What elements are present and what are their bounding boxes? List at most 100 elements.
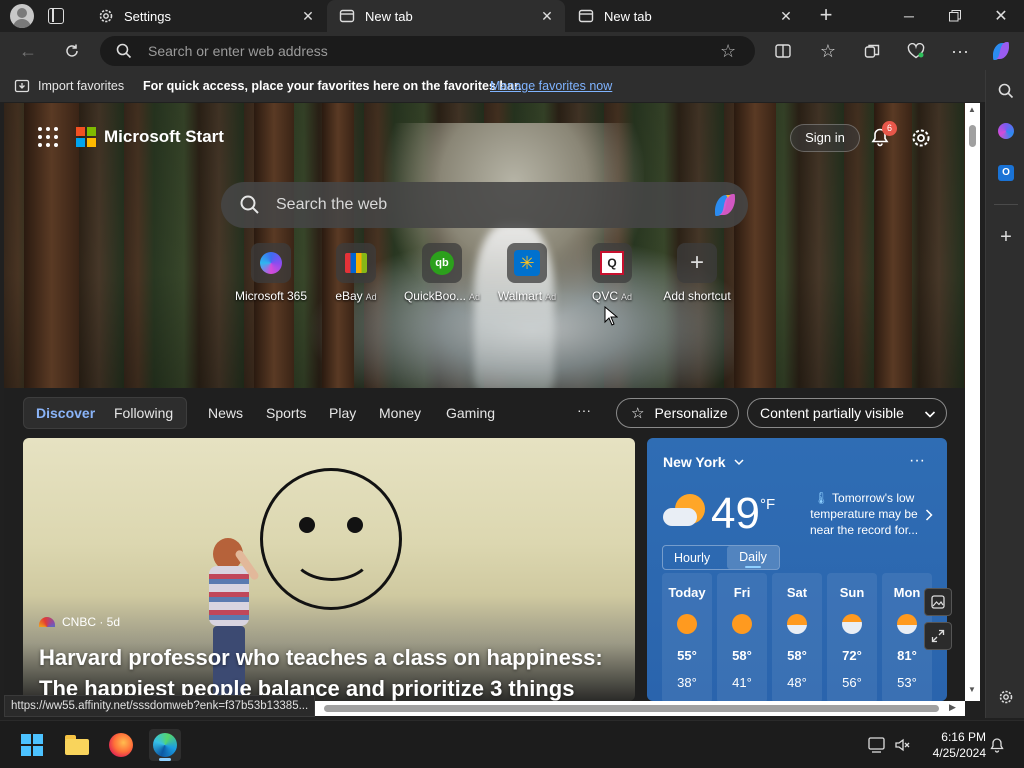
shortcut-ebay[interactable]: eBay Ad	[311, 243, 401, 313]
newtab-icon	[339, 8, 355, 24]
tab-new-tab[interactable]: New tab ✕	[566, 0, 804, 32]
scroll-up-arrow-icon[interactable]: ▲	[968, 105, 976, 114]
volume-muted-icon[interactable]	[886, 729, 918, 761]
tab-sports[interactable]: Sports	[266, 405, 306, 421]
gear-icon	[98, 8, 114, 24]
horizontal-scroll-thumb[interactable]	[324, 705, 939, 712]
close-icon[interactable]: ✕	[300, 8, 316, 24]
page-settings-gear-icon[interactable]	[910, 127, 932, 154]
notifications-bell-icon[interactable]: 6	[870, 121, 897, 149]
close-icon[interactable]: ✕	[778, 8, 794, 24]
sunny-icon	[732, 614, 752, 634]
microsoft-start-logo[interactable]: Microsoft Start	[76, 127, 224, 147]
sidebar-copilot-icon[interactable]	[991, 116, 1021, 146]
favorites-bar-hint: For quick access, place your favorites h…	[143, 79, 522, 93]
weather-note[interactable]: 🌡 Tomorrow's low temperature may be near…	[804, 490, 924, 538]
forecast-high: 58°	[787, 648, 807, 663]
article-headline[interactable]: Harvard professor who teaches a class on…	[39, 642, 629, 701]
plus-icon: +	[677, 243, 717, 283]
sidebar-search-icon[interactable]	[991, 76, 1021, 106]
content-visibility-dropdown[interactable]: Content partially visible	[747, 398, 947, 428]
partly-sunny-icon	[787, 614, 807, 634]
browser-essentials-icon[interactable]	[901, 36, 931, 66]
favorites-bar: Import favorites For quick access, place…	[0, 70, 985, 102]
profile-avatar[interactable]	[10, 4, 34, 28]
expand-icon[interactable]	[924, 622, 952, 650]
shortcut-add[interactable]: + Add shortcut	[652, 243, 742, 313]
tab-settings[interactable]: Settings ✕	[86, 0, 326, 32]
search-icon	[240, 195, 260, 220]
address-bar[interactable]: Search or enter web address ☆	[100, 36, 755, 66]
microsoft-logo-icon	[76, 127, 96, 147]
forecast-day[interactable]: Today 55° 38°	[662, 573, 712, 701]
sidebar-add-icon[interactable]: +	[991, 222, 1021, 252]
more-menu-icon[interactable]: ···	[945, 36, 975, 66]
close-icon[interactable]: ✕	[539, 8, 555, 24]
copilot-search-icon[interactable]	[710, 191, 740, 224]
tab-discover[interactable]: Discover	[36, 405, 95, 421]
personalize-button[interactable]: ☆ Personalize	[616, 398, 739, 428]
forecast-day-name: Sat	[786, 585, 808, 600]
tab-hourly[interactable]: Hourly	[674, 551, 710, 565]
edge-browser-icon[interactable]	[149, 729, 181, 761]
system-clock[interactable]: 6:16 PM 4/25/2024	[922, 729, 986, 761]
address-placeholder: Search or enter web address	[148, 43, 328, 59]
chevron-right-icon[interactable]	[925, 508, 933, 526]
manage-favorites-link[interactable]: Manage favorites now	[490, 79, 612, 93]
chevron-down-icon	[924, 407, 936, 423]
shortcut-quickbooks[interactable]: qb QuickBoo... Ad	[397, 243, 487, 313]
scroll-right-arrow-icon[interactable]: ▶	[949, 702, 956, 713]
collections-icon[interactable]	[857, 36, 887, 66]
app-launcher-icon[interactable]	[38, 127, 58, 147]
import-favorites-button[interactable]: Import favorites	[38, 79, 124, 93]
temperature-unit: °F	[760, 496, 776, 513]
partly-cloudy-icon	[663, 490, 707, 530]
tab-money[interactable]: Money	[379, 405, 421, 421]
article-card[interactable]: CNBC · 5d Harvard professor who teaches …	[23, 438, 635, 701]
tab-new-tab-active[interactable]: New tab ✕	[327, 0, 565, 32]
split-screen-icon[interactable]	[768, 36, 798, 66]
restore-button[interactable]	[932, 0, 978, 32]
more-tabs-icon[interactable]: ···	[577, 402, 591, 418]
shortcut-walmart[interactable]: ✳ Walmart Ad	[482, 243, 572, 313]
weather-location-dropdown[interactable]: New York	[663, 454, 744, 470]
sidebar-settings-icon[interactable]	[991, 682, 1021, 712]
minimize-button[interactable]: ─	[886, 0, 932, 32]
forecast-day-name: Fri	[733, 585, 751, 600]
tab-news[interactable]: News	[208, 405, 243, 421]
forecast-day[interactable]: Sun 72° 56°	[827, 573, 877, 701]
file-explorer-icon[interactable]	[61, 729, 93, 761]
shortcut-qvc[interactable]: Q QVC Ad	[567, 243, 657, 313]
close-window-button[interactable]: ✕	[978, 0, 1024, 32]
vertical-scroll-thumb[interactable]	[969, 125, 976, 147]
favorite-star-icon[interactable]: ☆	[720, 41, 736, 62]
tab-following[interactable]: Following	[114, 405, 173, 421]
back-button[interactable]: ←	[13, 36, 43, 66]
wallpaper-info-icon[interactable]	[924, 588, 952, 616]
sign-in-button[interactable]: Sign in	[790, 124, 860, 152]
feed-body: CNBC · 5d Harvard professor who teaches …	[4, 438, 965, 701]
web-search-box[interactable]: Search the web	[221, 182, 748, 228]
sidebar-outlook-icon[interactable]: O	[991, 158, 1021, 188]
search-placeholder: Search the web	[276, 196, 388, 213]
tab-actions-icon[interactable]	[48, 8, 64, 24]
firefox-icon[interactable]	[105, 729, 137, 761]
notification-center-icon[interactable]	[981, 729, 1013, 761]
microsoft-365-icon	[251, 243, 291, 283]
weather-more-icon[interactable]: ···	[909, 452, 925, 470]
favorites-icon[interactable]: ☆	[813, 36, 843, 66]
shortcut-microsoft-365[interactable]: Microsoft 365	[226, 243, 316, 313]
tab-play[interactable]: Play	[329, 405, 356, 421]
forecast-day[interactable]: Sat 58° 48°	[772, 573, 822, 701]
new-tab-plus-icon[interactable]: +	[814, 4, 838, 28]
scroll-down-arrow-icon[interactable]: ▼	[968, 685, 976, 694]
vertical-scrollbar[interactable]: ▲ ▼	[965, 103, 980, 701]
refresh-button[interactable]	[57, 36, 87, 66]
weather-card[interactable]: New York ··· 49 °F 🌡 Tomorrow's low temp…	[647, 438, 947, 701]
forecast-day[interactable]: Fri 58° 41°	[717, 573, 767, 701]
tab-daily-selected[interactable]: Daily	[727, 546, 779, 569]
copilot-icon[interactable]	[986, 36, 1016, 66]
windows-start-icon[interactable]	[16, 729, 48, 761]
tab-gaming[interactable]: Gaming	[446, 405, 495, 421]
smiley-drawing	[260, 468, 402, 610]
